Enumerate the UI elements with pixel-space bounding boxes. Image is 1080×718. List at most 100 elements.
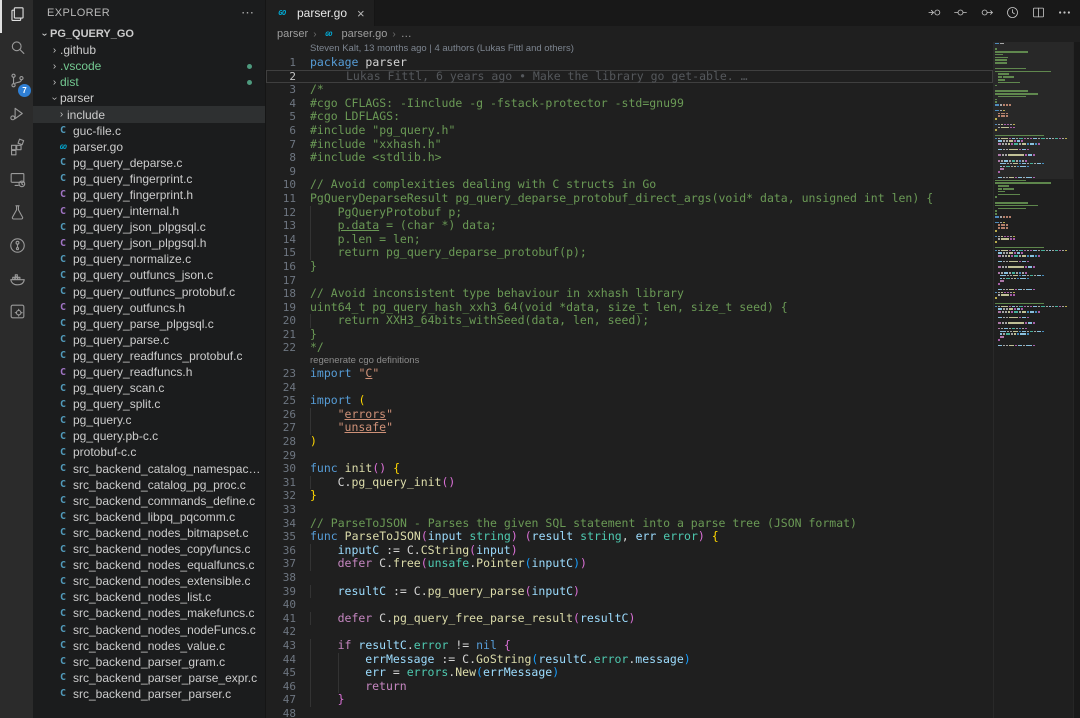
code-line-3[interactable]: 3/* bbox=[266, 83, 993, 97]
activity-item-run-debug[interactable] bbox=[0, 99, 33, 132]
code-line-16[interactable]: 16} bbox=[266, 260, 993, 274]
code-line-43[interactable]: 43if resultC.error != nil { bbox=[266, 639, 993, 653]
code-line-5[interactable]: 5#cgo LDFLAGS: bbox=[266, 110, 993, 124]
tree-root-PG_QUERY_GO[interactable]: ›PG_QUERY_GO bbox=[33, 26, 265, 42]
tree-item-src_backend_nodes_makefuncs.c[interactable]: Csrc_backend_nodes_makefuncs.c bbox=[33, 605, 265, 621]
code-line-23[interactable]: 23import "C" bbox=[266, 367, 993, 381]
code-line-36[interactable]: 36inputC := C.CString(input) bbox=[266, 544, 993, 558]
tree-item-.vscode[interactable]: ›.vscode bbox=[33, 58, 265, 74]
tree-item-pg_query_deparse.c[interactable]: Cpg_query_deparse.c bbox=[33, 155, 265, 171]
activity-item-extensions[interactable] bbox=[0, 132, 33, 165]
breadcrumb-item-parser[interactable]: parser bbox=[277, 28, 308, 40]
code-line-48[interactable]: 48 bbox=[266, 707, 993, 718]
code-line-17[interactable]: 17 bbox=[266, 274, 993, 288]
tree-item-pg_query_parse_plpgsql.c[interactable]: Cpg_query_parse_plpgsql.c bbox=[33, 316, 265, 332]
tree-item-include[interactable]: ›include bbox=[33, 106, 265, 122]
code-line-27[interactable]: 27"unsafe" bbox=[266, 421, 993, 435]
code-line-44[interactable]: 44errMessage := C.GoString(resultC.error… bbox=[266, 653, 993, 667]
activity-item-gear-file[interactable] bbox=[0, 297, 33, 330]
code-line-14[interactable]: 14p.len = len; bbox=[266, 233, 993, 247]
code-line-24[interactable]: 24 bbox=[266, 381, 993, 395]
code-line-13[interactable]: 13p.data = (char *) data; bbox=[266, 219, 993, 233]
tree-item-src_backend_nodes_extensible.c[interactable]: Csrc_backend_nodes_extensible.c bbox=[33, 573, 265, 589]
tree-item-src_backend_nodes_list.c[interactable]: Csrc_backend_nodes_list.c bbox=[33, 589, 265, 605]
breadcrumb-item-parser.go[interactable]: GOparser.go bbox=[322, 28, 388, 40]
split-editor-icon[interactable] bbox=[1031, 4, 1046, 21]
code-line-7[interactable]: 7#include "xxhash.h" bbox=[266, 138, 993, 152]
tree-item-pg_query.c[interactable]: Cpg_query.c bbox=[33, 412, 265, 428]
code-line-47[interactable]: 47} bbox=[266, 693, 993, 707]
code-line-4[interactable]: 4#cgo CFLAGS: -Iinclude -g -fstack-prote… bbox=[266, 97, 993, 111]
code-line-31[interactable]: 31C.pg_query_init() bbox=[266, 476, 993, 490]
tree-item-src_backend_catalog_pg_proc.c[interactable]: Csrc_backend_catalog_pg_proc.c bbox=[33, 477, 265, 493]
activity-item-source-control[interactable]: 7 bbox=[0, 66, 33, 99]
minimap[interactable] bbox=[993, 42, 1073, 718]
tree-item-src_backend_catalog_namespace.c[interactable]: Csrc_backend_catalog_namespace.c bbox=[33, 461, 265, 477]
tree-item-guc-file.c[interactable]: Cguc-file.c bbox=[33, 123, 265, 139]
tree-item-src_backend_parser_parser.c[interactable]: Csrc_backend_parser_parser.c bbox=[33, 686, 265, 702]
code-line-34[interactable]: 34// ParseToJSON - Parses the given SQL … bbox=[266, 517, 993, 531]
tab-close-icon[interactable]: × bbox=[357, 6, 365, 21]
tree-item-pg_query_scan.c[interactable]: Cpg_query_scan.c bbox=[33, 380, 265, 396]
tree-item-src_backend_parser_gram.c[interactable]: Csrc_backend_parser_gram.c bbox=[33, 654, 265, 670]
tree-item-src_backend_nodes_value.c[interactable]: Csrc_backend_nodes_value.c bbox=[33, 638, 265, 654]
code-line-6[interactable]: 6#include "pg_query.h" bbox=[266, 124, 993, 138]
inline-blame[interactable]: Lukas Fittl, 6 years ago • Make the libr… bbox=[310, 69, 748, 83]
code-line-45[interactable]: 45err = errors.New(errMessage) bbox=[266, 666, 993, 680]
code-line-28[interactable]: 28) bbox=[266, 435, 993, 449]
code-line-39[interactable]: 39resultC := C.pg_query_parse(inputC) bbox=[266, 585, 993, 599]
activity-item-search[interactable] bbox=[0, 33, 33, 66]
editor-scrollbar[interactable] bbox=[1073, 42, 1080, 718]
tree-item-src_backend_libpq_pqcomm.c[interactable]: Csrc_backend_libpq_pqcomm.c bbox=[33, 509, 265, 525]
code-line-19[interactable]: 19uint64_t pg_query_hash_xxh3_64(void *d… bbox=[266, 301, 993, 315]
code-line-12[interactable]: 12PgQueryProtobuf p; bbox=[266, 206, 993, 220]
tree-item-pg_query_readfuncs.h[interactable]: Cpg_query_readfuncs.h bbox=[33, 364, 265, 380]
tree-item-pg_query_internal.h[interactable]: Cpg_query_internal.h bbox=[33, 203, 265, 219]
tree-item-pg_query_outfuncs_protobuf.c[interactable]: Cpg_query_outfuncs_protobuf.c bbox=[33, 284, 265, 300]
code-line-38[interactable]: 38 bbox=[266, 571, 993, 585]
activity-item-remote-explorer[interactable] bbox=[0, 165, 33, 198]
code-line-11[interactable]: 11PgQueryDeparseResult pg_query_deparse_… bbox=[266, 192, 993, 206]
tree-item-pg_query_fingerprint.h[interactable]: Cpg_query_fingerprint.h bbox=[33, 187, 265, 203]
tree-item-pg_query_parse.c[interactable]: Cpg_query_parse.c bbox=[33, 332, 265, 348]
tree-item-pg_query_outfuncs_json.c[interactable]: Cpg_query_outfuncs_json.c bbox=[33, 267, 265, 283]
code-line-40[interactable]: 40 bbox=[266, 598, 993, 612]
file-history-icon[interactable] bbox=[979, 4, 994, 21]
open-changes-icon[interactable] bbox=[927, 4, 942, 21]
code-line-26[interactable]: 26"errors" bbox=[266, 408, 993, 422]
tree-item-src_backend_nodes_copyfuncs.c[interactable]: Csrc_backend_nodes_copyfuncs.c bbox=[33, 541, 265, 557]
code-line-8[interactable]: 8#include <stdlib.h> bbox=[266, 151, 993, 165]
tree-item-pg_query_fingerprint.c[interactable]: Cpg_query_fingerprint.c bbox=[33, 171, 265, 187]
tree-item-pg_query_readfuncs_protobuf.c[interactable]: Cpg_query_readfuncs_protobuf.c bbox=[33, 348, 265, 364]
tree-item-dist[interactable]: ›dist bbox=[33, 74, 265, 90]
explorer-more-actions-icon[interactable]: ⋯ bbox=[241, 5, 255, 21]
tree-item-src_backend_parser_parse_expr.c[interactable]: Csrc_backend_parser_parse_expr.c bbox=[33, 670, 265, 686]
tree-item-pg_query.pb-c.c[interactable]: Cpg_query.pb-c.c bbox=[33, 428, 265, 444]
code-line-46[interactable]: 46return bbox=[266, 680, 993, 694]
tree-item-pg_query_json_plpgsql.c[interactable]: Cpg_query_json_plpgsql.c bbox=[33, 219, 265, 235]
tree-item-pg_query_normalize.c[interactable]: Cpg_query_normalize.c bbox=[33, 251, 265, 267]
more-actions-icon[interactable] bbox=[1057, 4, 1072, 21]
tree-item-parser.go[interactable]: GOparser.go bbox=[33, 139, 265, 155]
tree-item-pg_query_split.c[interactable]: Cpg_query_split.c bbox=[33, 396, 265, 412]
code-line-2[interactable]: 2Lukas Fittl, 6 years ago • Make the lib… bbox=[266, 70, 993, 84]
activity-item-gitlens[interactable] bbox=[0, 231, 33, 264]
code-line-29[interactable]: 29 bbox=[266, 449, 993, 463]
tree-item-protobuf-c.c[interactable]: Cprotobuf-c.c bbox=[33, 444, 265, 460]
code-line-15[interactable]: 15return pg_query_deparse_protobuf(p); bbox=[266, 246, 993, 260]
breadcrumb-item-…[interactable]: … bbox=[401, 28, 412, 40]
code-line-37[interactable]: 37defer C.free(unsafe.Pointer(inputC)) bbox=[266, 557, 993, 571]
tree-item-.github[interactable]: ›.github bbox=[33, 42, 265, 58]
activity-item-testing[interactable] bbox=[0, 198, 33, 231]
code-line-41[interactable]: 41defer C.pg_query_free_parse_result(res… bbox=[266, 612, 993, 626]
tree-item-src_backend_nodes_bitmapset.c[interactable]: Csrc_backend_nodes_bitmapset.c bbox=[33, 525, 265, 541]
tree-item-pg_query_outfuncs.h[interactable]: Cpg_query_outfuncs.h bbox=[33, 300, 265, 316]
code-line-10[interactable]: 10// Avoid complexities dealing with C s… bbox=[266, 178, 993, 192]
tree-item-pg_query_json_plpgsql.h[interactable]: Cpg_query_json_plpgsql.h bbox=[33, 235, 265, 251]
code-line-9[interactable]: 9 bbox=[266, 165, 993, 179]
code-line-25[interactable]: 25import ( bbox=[266, 394, 993, 408]
code-line-22[interactable]: 22*/ bbox=[266, 341, 993, 355]
activity-item-explorer[interactable] bbox=[0, 0, 33, 33]
code-line-32[interactable]: 32} bbox=[266, 489, 993, 503]
timeline-icon[interactable] bbox=[1005, 4, 1020, 21]
